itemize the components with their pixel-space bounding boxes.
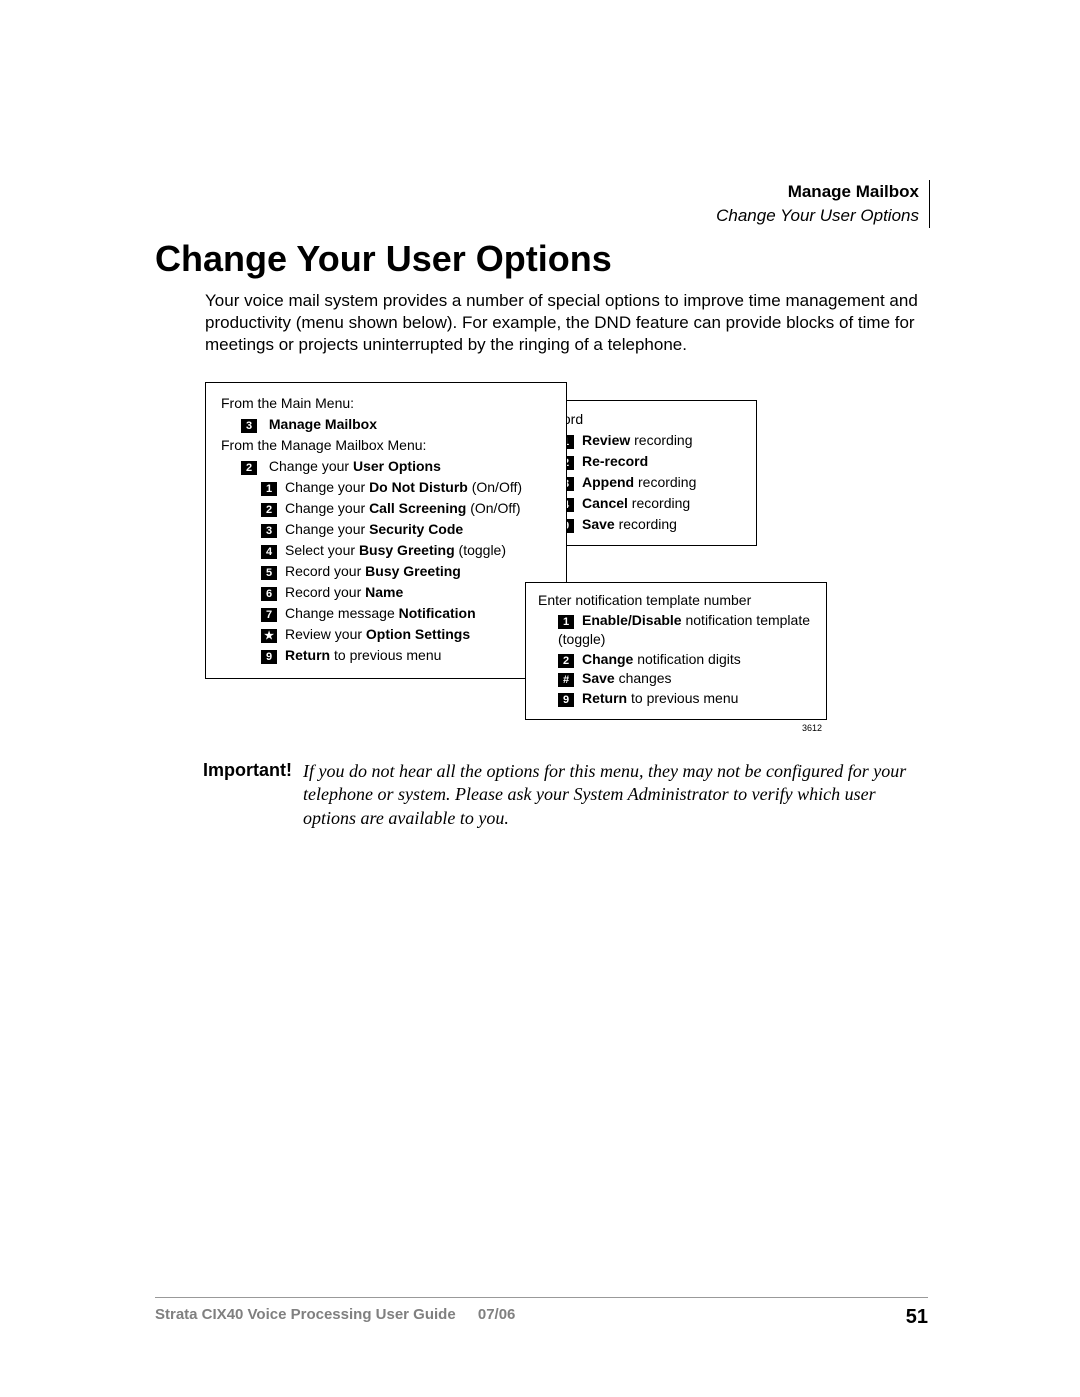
menu-item: 1Change your Do Not Disturb (On/Off) xyxy=(221,477,561,498)
footer-rule xyxy=(155,1297,928,1298)
keypad-chip: 3 xyxy=(261,524,277,538)
menu-step: 2 Change your User Options xyxy=(221,456,561,477)
keypad-chip: 1 xyxy=(261,482,277,496)
keypad-chip: 9 xyxy=(558,693,574,707)
keypad-chip: 4 xyxy=(261,545,277,559)
section-title: Change Your User Options xyxy=(716,204,919,228)
page: Manage Mailbox Change Your User Options … xyxy=(0,0,1080,1397)
record-item: 1Review recording xyxy=(538,430,748,451)
notif-item: 9Return to previous menu xyxy=(538,689,818,709)
page-footer: Strata CIX40 Voice Processing User Guide… xyxy=(155,1306,928,1329)
keypad-chip: 7 xyxy=(261,608,277,622)
notif-item: 2Change notification digits xyxy=(538,650,818,670)
notification-submenu-box: Enter notification template number 1Enab… xyxy=(525,582,827,720)
record-item: 2Re-record xyxy=(538,451,748,472)
footer-doc-title: Strata CIX40 Voice Processing User Guide xyxy=(155,1306,456,1323)
menu-caption: From the Manage Mailbox Menu: xyxy=(221,435,561,456)
keypad-chip: ★ xyxy=(261,629,277,643)
figure-id: 3612 xyxy=(802,722,822,735)
menu-item: 6Record your Name xyxy=(221,582,561,603)
record-item: 3Append recording xyxy=(538,472,748,493)
record-item: 4Cancel recording xyxy=(538,493,748,514)
notif-title: Enter notification template number xyxy=(538,591,818,611)
keypad-chip: 5 xyxy=(261,566,277,580)
menu-diagram: Record 1Review recording 2Re-record 3App… xyxy=(205,382,935,742)
keypad-chip: 6 xyxy=(261,587,277,601)
important-text: If you do not hear all the options for t… xyxy=(303,760,923,830)
notif-item: #Save changes xyxy=(538,669,818,689)
user-options-menu-box: From the Main Menu: 3 Manage Mailbox Fro… xyxy=(205,382,567,679)
chapter-title: Manage Mailbox xyxy=(716,180,919,204)
keypad-chip: 1 xyxy=(558,615,574,629)
important-note: Important! If you do not hear all the op… xyxy=(203,760,928,830)
menu-item: ★Review your Option Settings xyxy=(221,624,561,645)
important-label: Important! xyxy=(203,760,298,781)
keypad-chip: # xyxy=(558,673,574,687)
menu-item: 3Change your Security Code xyxy=(221,519,561,540)
page-number: 51 xyxy=(906,1306,928,1329)
menu-label: Manage Mailbox xyxy=(269,416,377,432)
intro-paragraph: Your voice mail system provides a number… xyxy=(205,290,925,355)
menu-item: 5Record your Busy Greeting xyxy=(221,561,561,582)
menu-item: 4Select your Busy Greeting (toggle) xyxy=(221,540,561,561)
record-item: 9Save recording xyxy=(538,514,748,535)
keypad-chip: 2 xyxy=(241,461,257,475)
menu-item: 9Return to previous menu xyxy=(221,645,561,666)
keypad-chip: 2 xyxy=(261,503,277,517)
menu-step: 3 Manage Mailbox xyxy=(221,414,561,435)
running-header: Manage Mailbox Change Your User Options xyxy=(716,180,930,228)
keypad-chip: 2 xyxy=(558,654,574,668)
keypad-chip: 3 xyxy=(241,419,257,433)
notif-item: 1Enable/Disable notification template (t… xyxy=(538,611,818,650)
menu-item: 7Change message Notification xyxy=(221,603,561,624)
record-title: Record xyxy=(538,409,748,430)
page-title: Change Your User Options xyxy=(155,238,612,280)
menu-caption: From the Main Menu: xyxy=(221,393,561,414)
menu-item: 2Change your Call Screening (On/Off) xyxy=(221,498,561,519)
keypad-chip: 9 xyxy=(261,650,277,664)
footer-date: 07/06 xyxy=(478,1306,516,1323)
